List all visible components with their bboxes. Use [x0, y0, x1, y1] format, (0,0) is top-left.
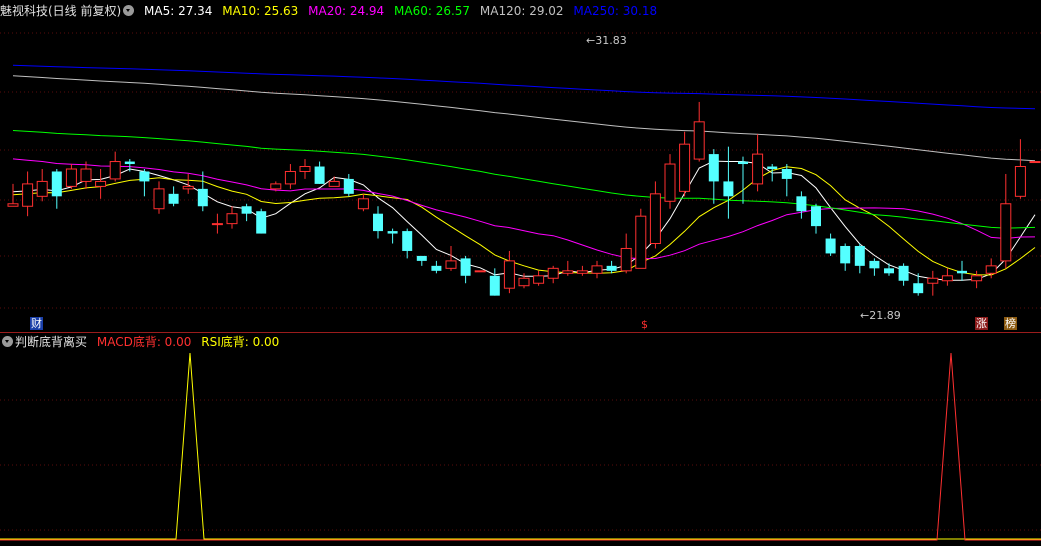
- indicator-name: 判断底背离买: [15, 335, 88, 349]
- indicator-header: 判断底背离买 MACD底背: 0.00 RSI底背: 0.00: [0, 333, 285, 351]
- rsi-label: RSI底背: 0.00: [201, 335, 280, 349]
- macd-label: MACD底背: 0.00: [96, 335, 192, 349]
- indicator-grid: [0, 399, 1041, 531]
- rsi-divergence-line: [0, 352, 1041, 540]
- chevron-down-icon[interactable]: [2, 336, 13, 347]
- indicator-chart[interactable]: [0, 0, 1041, 546]
- macd-divergence-line: [0, 352, 1041, 541]
